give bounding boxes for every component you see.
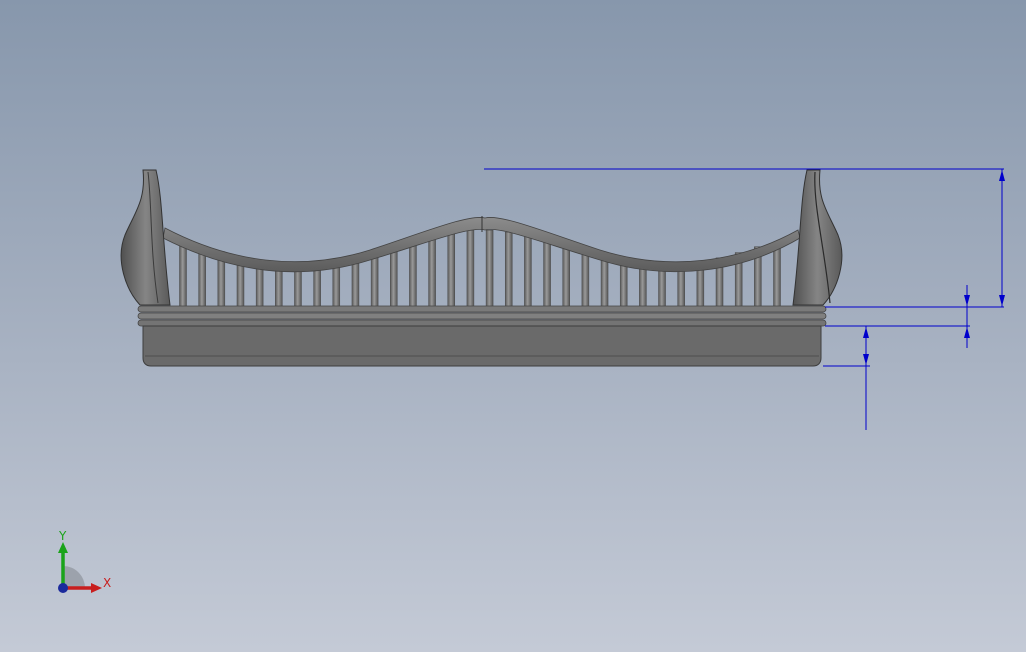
spindle <box>390 246 398 308</box>
spindle <box>543 240 551 308</box>
x-axis-arrowhead <box>91 583 102 593</box>
base-moulding-top <box>137 305 827 313</box>
sleigh-bed-model[interactable] <box>120 169 843 367</box>
right-post <box>792 169 843 306</box>
coordinate-triad: Y X <box>58 529 111 593</box>
base-moulding-middle <box>137 312 827 320</box>
left-post <box>120 169 171 306</box>
spindle <box>409 241 417 308</box>
spindle <box>581 251 590 308</box>
spindle <box>524 235 532 308</box>
spindle <box>562 245 570 308</box>
z-axis-icon <box>58 583 68 593</box>
spindle <box>428 236 436 308</box>
spindle <box>179 241 187 308</box>
y-axis-arrowhead <box>58 542 68 553</box>
base-moulding-lower <box>137 319 827 327</box>
spindle <box>370 251 379 308</box>
arrow-moulding-bottom <box>964 327 970 338</box>
spindle <box>504 231 513 308</box>
arrow-height-bottom <box>999 295 1005 306</box>
spindle <box>485 229 494 308</box>
graphics-viewport[interactable] <box>0 0 1026 652</box>
arrow-moulding-top <box>964 295 970 306</box>
y-axis-label: Y <box>58 529 67 543</box>
spindle <box>466 230 475 308</box>
x-axis-label: X <box>103 576 111 590</box>
dimension-arrows <box>863 170 1005 365</box>
arrow-base-top <box>863 327 869 338</box>
spindle <box>600 255 609 308</box>
spindle <box>773 241 781 308</box>
arrow-base-bottom <box>863 354 869 365</box>
base-body <box>142 325 822 367</box>
spindle <box>447 232 456 308</box>
dimension-annotations[interactable] <box>484 168 1004 430</box>
arrow-height-top <box>999 170 1005 181</box>
